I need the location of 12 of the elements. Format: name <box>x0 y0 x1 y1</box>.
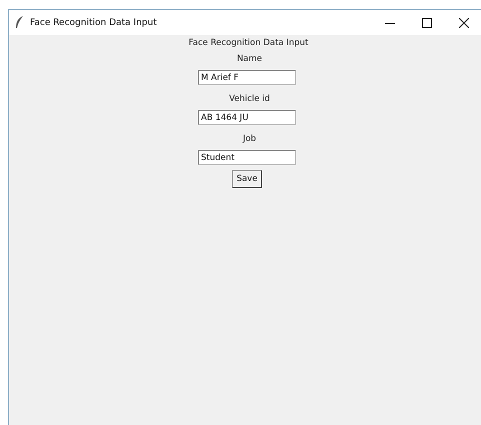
input-field[interactable]: M Arief F <box>198 70 296 85</box>
field-label: Job <box>242 134 256 144</box>
feather-icon <box>15 16 24 29</box>
input-field[interactable]: AB 1464 JU <box>198 110 296 125</box>
input-field[interactable]: Student <box>198 150 296 165</box>
maximize-icon[interactable] <box>422 18 432 28</box>
close-icon[interactable] <box>459 18 469 28</box>
field-label: Name <box>236 54 262 64</box>
field-label: Vehicle id <box>229 94 270 104</box>
window-title: Face Recognition Data Input <box>30 18 157 28</box>
save-button[interactable]: Save <box>232 170 262 188</box>
form-heading: Face Recognition Data Input <box>188 38 308 48</box>
